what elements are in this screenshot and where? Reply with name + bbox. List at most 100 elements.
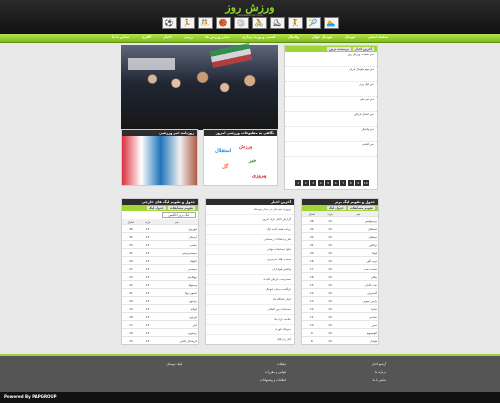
newspaper-logo[interactable]: خبر [249,158,256,164]
page-button[interactable]: 10 [362,180,369,186]
headline-item[interactable]: خبرهای فوری [206,325,294,335]
nav-item[interactable]: فوتبال جهان [311,35,332,39]
team-cell[interactable]: نفت آبادان [338,280,378,289]
team-cell[interactable]: سپاهان [338,232,378,241]
powered-by[interactable]: Powered By PAPGROUP [4,394,57,399]
headline-item[interactable]: واکنش هواداران [206,265,294,275]
page-button[interactable]: 9 [355,180,362,186]
tab-league-table[interactable]: جدول لیگ [326,206,346,210]
newspaper-logos[interactable]: ورزش استقلال خبر گل پیروزی [204,136,277,185]
news-row[interactable]: خبر لیگ برتر [285,82,377,97]
newspaper-logo[interactable]: استقلال [215,148,231,154]
footer-link[interactable]: قوانین و مقررات [234,368,286,376]
team-cell[interactable]: صنعت نفت [338,264,378,273]
handball-icon[interactable]: 🤾 [287,17,303,29]
team-cell[interactable]: فولام [155,304,198,313]
team-cell[interactable]: آرسنال [155,232,198,241]
team-cell[interactable]: ولورهمپتون [156,345,198,346]
nav-item[interactable]: فوتبال [345,35,356,39]
swimming-icon[interactable]: 🏊 [323,17,339,29]
headline-item[interactable]: مسابقات بین المللی [206,305,294,315]
news-row[interactable]: خبر مهم فوتبال ایران [285,67,377,82]
running-icon[interactable]: 🏃 [179,17,195,29]
news-row[interactable]: خبر نخست ورزش روز [285,52,377,67]
footer-link[interactable]: آرشیو اخبار [346,360,386,368]
footer-link[interactable]: درباره ما [346,368,386,376]
newspaper-logo[interactable]: گل [222,164,228,170]
team-cell[interactable]: منچستر [155,264,198,273]
footer-link[interactable]: انتقادات و پیشنهادات [234,376,286,384]
page-button[interactable]: 2 [302,180,309,186]
footer-link[interactable]: لینک دوستان [132,360,182,368]
nav-item[interactable]: سایر ورزش ها [205,35,229,39]
headline-item[interactable]: پیروزی تیم ملی در دیدار دوستانه [206,205,294,215]
news-row[interactable]: خبر انتقال بازیکن [285,112,377,127]
newspaper-logo[interactable]: ورزش [239,144,252,150]
league-select[interactable]: لیگ برتر انگلیس [161,212,196,218]
team-cell[interactable]: نیوکاسل [155,272,198,281]
team-cell[interactable]: چلسی [155,240,198,249]
tab-league-table[interactable]: جدول لیگ [146,206,166,210]
nav-item[interactable]: رزمی [184,35,193,39]
headline-item[interactable]: اخبار باشگاه ها [206,295,294,305]
footer-link[interactable]: تبلیغات [234,360,286,368]
team-cell[interactable]: برایتون [155,296,198,305]
news-row[interactable]: خبر کشتی [285,142,377,157]
wrestling-icon[interactable]: 🤼 [197,17,213,29]
team-cell[interactable]: منچسترسیتی [155,248,198,257]
team-cell[interactable]: مس [338,320,378,329]
tab-match-calendar[interactable]: تقویم مسابقات [347,206,375,210]
team-cell[interactable]: استقلال [338,224,378,233]
page-button[interactable]: 7 [340,180,347,186]
newspaper-logo[interactable]: پیروزی [252,173,266,179]
headline-item[interactable]: صحبت های سرمربی [206,255,294,265]
nav-item[interactable]: گالری [142,35,151,39]
football-icon[interactable]: ⚽ [161,17,177,29]
news-row[interactable]: خبر والیبال [285,127,377,142]
page-button[interactable]: 5 [325,180,332,186]
headline-item[interactable]: بازگشت ستاره فوتبال [206,285,294,295]
headline-item[interactable]: مصدومیت بازیکن کلیدی [206,275,294,285]
headline-item[interactable]: نتایج مسابقات جهانی [206,245,294,255]
team-cell[interactable]: کریستال پالاس [155,336,198,344]
headline-item[interactable]: آمار و ارقام [206,335,294,344]
team-cell[interactable]: سایپا [338,304,378,313]
team-cell[interactable]: تاتنهام [155,256,198,265]
tab-match-calendar[interactable]: تقویم مسابقات [167,206,195,210]
team-cell[interactable]: تراکتور [338,240,378,249]
headline-item[interactable]: گزارش کامل بازی امروز [206,215,294,225]
basketball-icon[interactable]: 🏀 [215,17,231,29]
footer-link[interactable]: تماس با ما [346,376,386,384]
page-button[interactable]: 6 [332,180,339,186]
tab-most-viewed[interactable]: پربیننده ترین [327,47,351,51]
cycling-icon[interactable]: 🚴 [251,17,267,29]
team-cell[interactable]: فولاد [338,248,378,257]
team-cell[interactable]: پیکان [338,272,378,281]
page-button[interactable]: 3 [310,180,317,186]
team-cell[interactable]: ذوب آهن [338,256,378,265]
tennis-icon[interactable]: 🎾 [305,17,321,29]
nav-item[interactable]: اخبار [164,35,172,39]
team-cell[interactable]: برنتفورد [155,328,198,337]
page-button[interactable]: 8 [347,180,354,186]
page-button[interactable]: 1 [295,180,302,186]
headline-item[interactable]: خلاصه بازی ها [206,315,294,325]
nav-item[interactable]: صفحه اصلی [368,35,388,39]
team-cell[interactable]: وستهام [155,280,198,289]
nav-item[interactable]: کشتی و وزنه برداری [242,35,276,39]
team-cell[interactable]: پرسپولیس [338,216,378,225]
nav-item[interactable]: تماس با ما [112,35,129,39]
headline-item[interactable]: برنامه هفته آینده لیگ [206,225,294,235]
team-cell[interactable]: هوادار [338,336,378,344]
skating-icon[interactable]: ⛸ [269,17,285,29]
nav-item[interactable]: والیبال [288,35,299,39]
team-cell[interactable]: اورتون [155,312,198,321]
team-cell[interactable]: پارس جنوبی [338,296,378,305]
page-button[interactable]: 4 [317,180,324,186]
tab-latest-news[interactable]: آخرین اخبار [352,47,374,51]
volleyball-icon[interactable]: 🏐 [233,17,249,29]
team-cell[interactable]: گسترش [338,288,378,297]
team-cell[interactable]: لیورپول [155,224,198,233]
team-cell[interactable]: آلومینیوم [338,328,378,337]
team-cell[interactable]: لیدز [155,320,198,329]
